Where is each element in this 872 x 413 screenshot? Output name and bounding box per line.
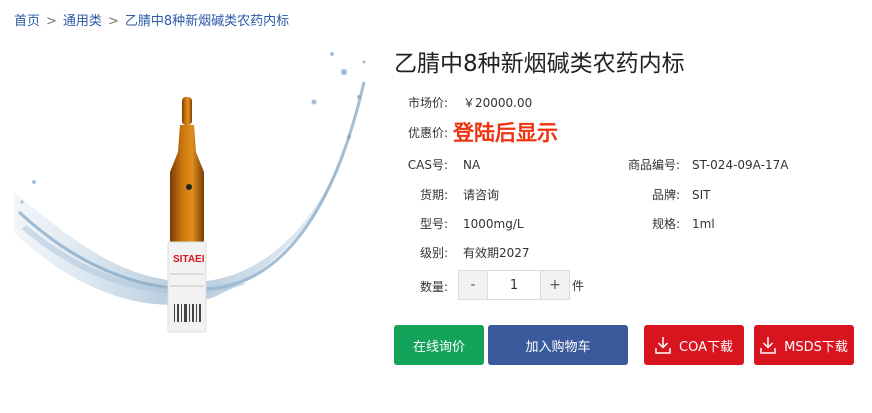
spec-value: 1ml: [692, 217, 715, 231]
qty-label: 数量:: [419, 280, 448, 294]
add-to-cart-label: 加入购物车: [525, 339, 591, 355]
promo-price-label: 优惠价:: [407, 125, 448, 140]
stock-row: 货期: 请咨询: [404, 186, 499, 203]
qty-minus-button[interactable]: -: [459, 271, 487, 299]
breadcrumb-home-link[interactable]: 首页: [14, 14, 40, 29]
item-no-label: 商品编号:: [627, 158, 680, 172]
market-price-row: 市场价: ￥20000.00: [404, 94, 532, 111]
model-label: 型号:: [419, 217, 448, 231]
qty-plus-button[interactable]: +: [541, 271, 569, 299]
breadcrumb-separator: >: [46, 14, 57, 29]
online-inquiry-button[interactable]: 在线询价: [394, 325, 484, 365]
promo-price-row: 优惠价: 登陆后显示: [404, 117, 558, 147]
product-title: 乙腈中8种新烟碱类农药内标: [394, 51, 685, 77]
grade-row: 级别: 有效期2027: [404, 244, 530, 261]
coa-download-button[interactable]: COA下载: [644, 325, 744, 365]
msds-download-label: MSDS下载: [784, 339, 848, 355]
item-no-value: ST-024-09A-17A: [692, 158, 789, 172]
breadcrumb-current: 乙腈中8种新烟碱类农药内标: [124, 14, 290, 29]
msds-download-button[interactable]: MSDS下载: [754, 325, 854, 365]
download-icon: [655, 337, 671, 354]
market-price-value: ￥20000.00: [463, 96, 533, 110]
brand-label: 品牌:: [651, 188, 680, 202]
promo-price-value: 登陆后显示: [453, 121, 558, 145]
cas-label: CAS号:: [407, 158, 448, 172]
vial-brand-text: SITAEI: [173, 254, 205, 265]
brand-value: SIT: [692, 188, 711, 202]
breadcrumb: 首页 > 通用类 > 乙腈中8种新烟碱类农药内标: [14, 10, 289, 29]
online-inquiry-label: 在线询价: [412, 339, 465, 355]
model-row: 型号: 1000mg/L: [404, 215, 524, 232]
spec-row: 规格: 1ml: [620, 215, 715, 232]
qty-unit: 件: [572, 279, 585, 293]
product-image: SITAEI: [14, 52, 366, 333]
stock-label: 货期:: [419, 188, 448, 202]
stock-value: 请咨询: [463, 188, 500, 202]
quantity-input[interactable]: [487, 271, 541, 299]
download-icon: [760, 337, 776, 354]
cas-row: CAS号: NA: [404, 156, 480, 173]
model-value: 1000mg/L: [463, 217, 524, 231]
item-no-row: 商品编号: ST-024-09A-17A: [620, 156, 788, 173]
cas-value: NA: [463, 158, 481, 172]
quantity-stepper: - +: [458, 270, 570, 300]
breadcrumb-separator: >: [107, 14, 119, 29]
breadcrumb-category-link[interactable]: 通用类: [63, 14, 102, 29]
add-to-cart-button[interactable]: 加入购物车: [488, 325, 628, 365]
coa-download-label: COA下载: [679, 339, 733, 355]
market-price-label: 市场价:: [407, 96, 448, 110]
spec-label: 规格:: [651, 217, 680, 231]
grade-value: 有效期2027: [463, 246, 530, 260]
qty-label-row: 数量:: [404, 278, 448, 295]
brand-row: 品牌: SIT: [620, 186, 711, 203]
grade-label: 级别:: [419, 246, 448, 260]
